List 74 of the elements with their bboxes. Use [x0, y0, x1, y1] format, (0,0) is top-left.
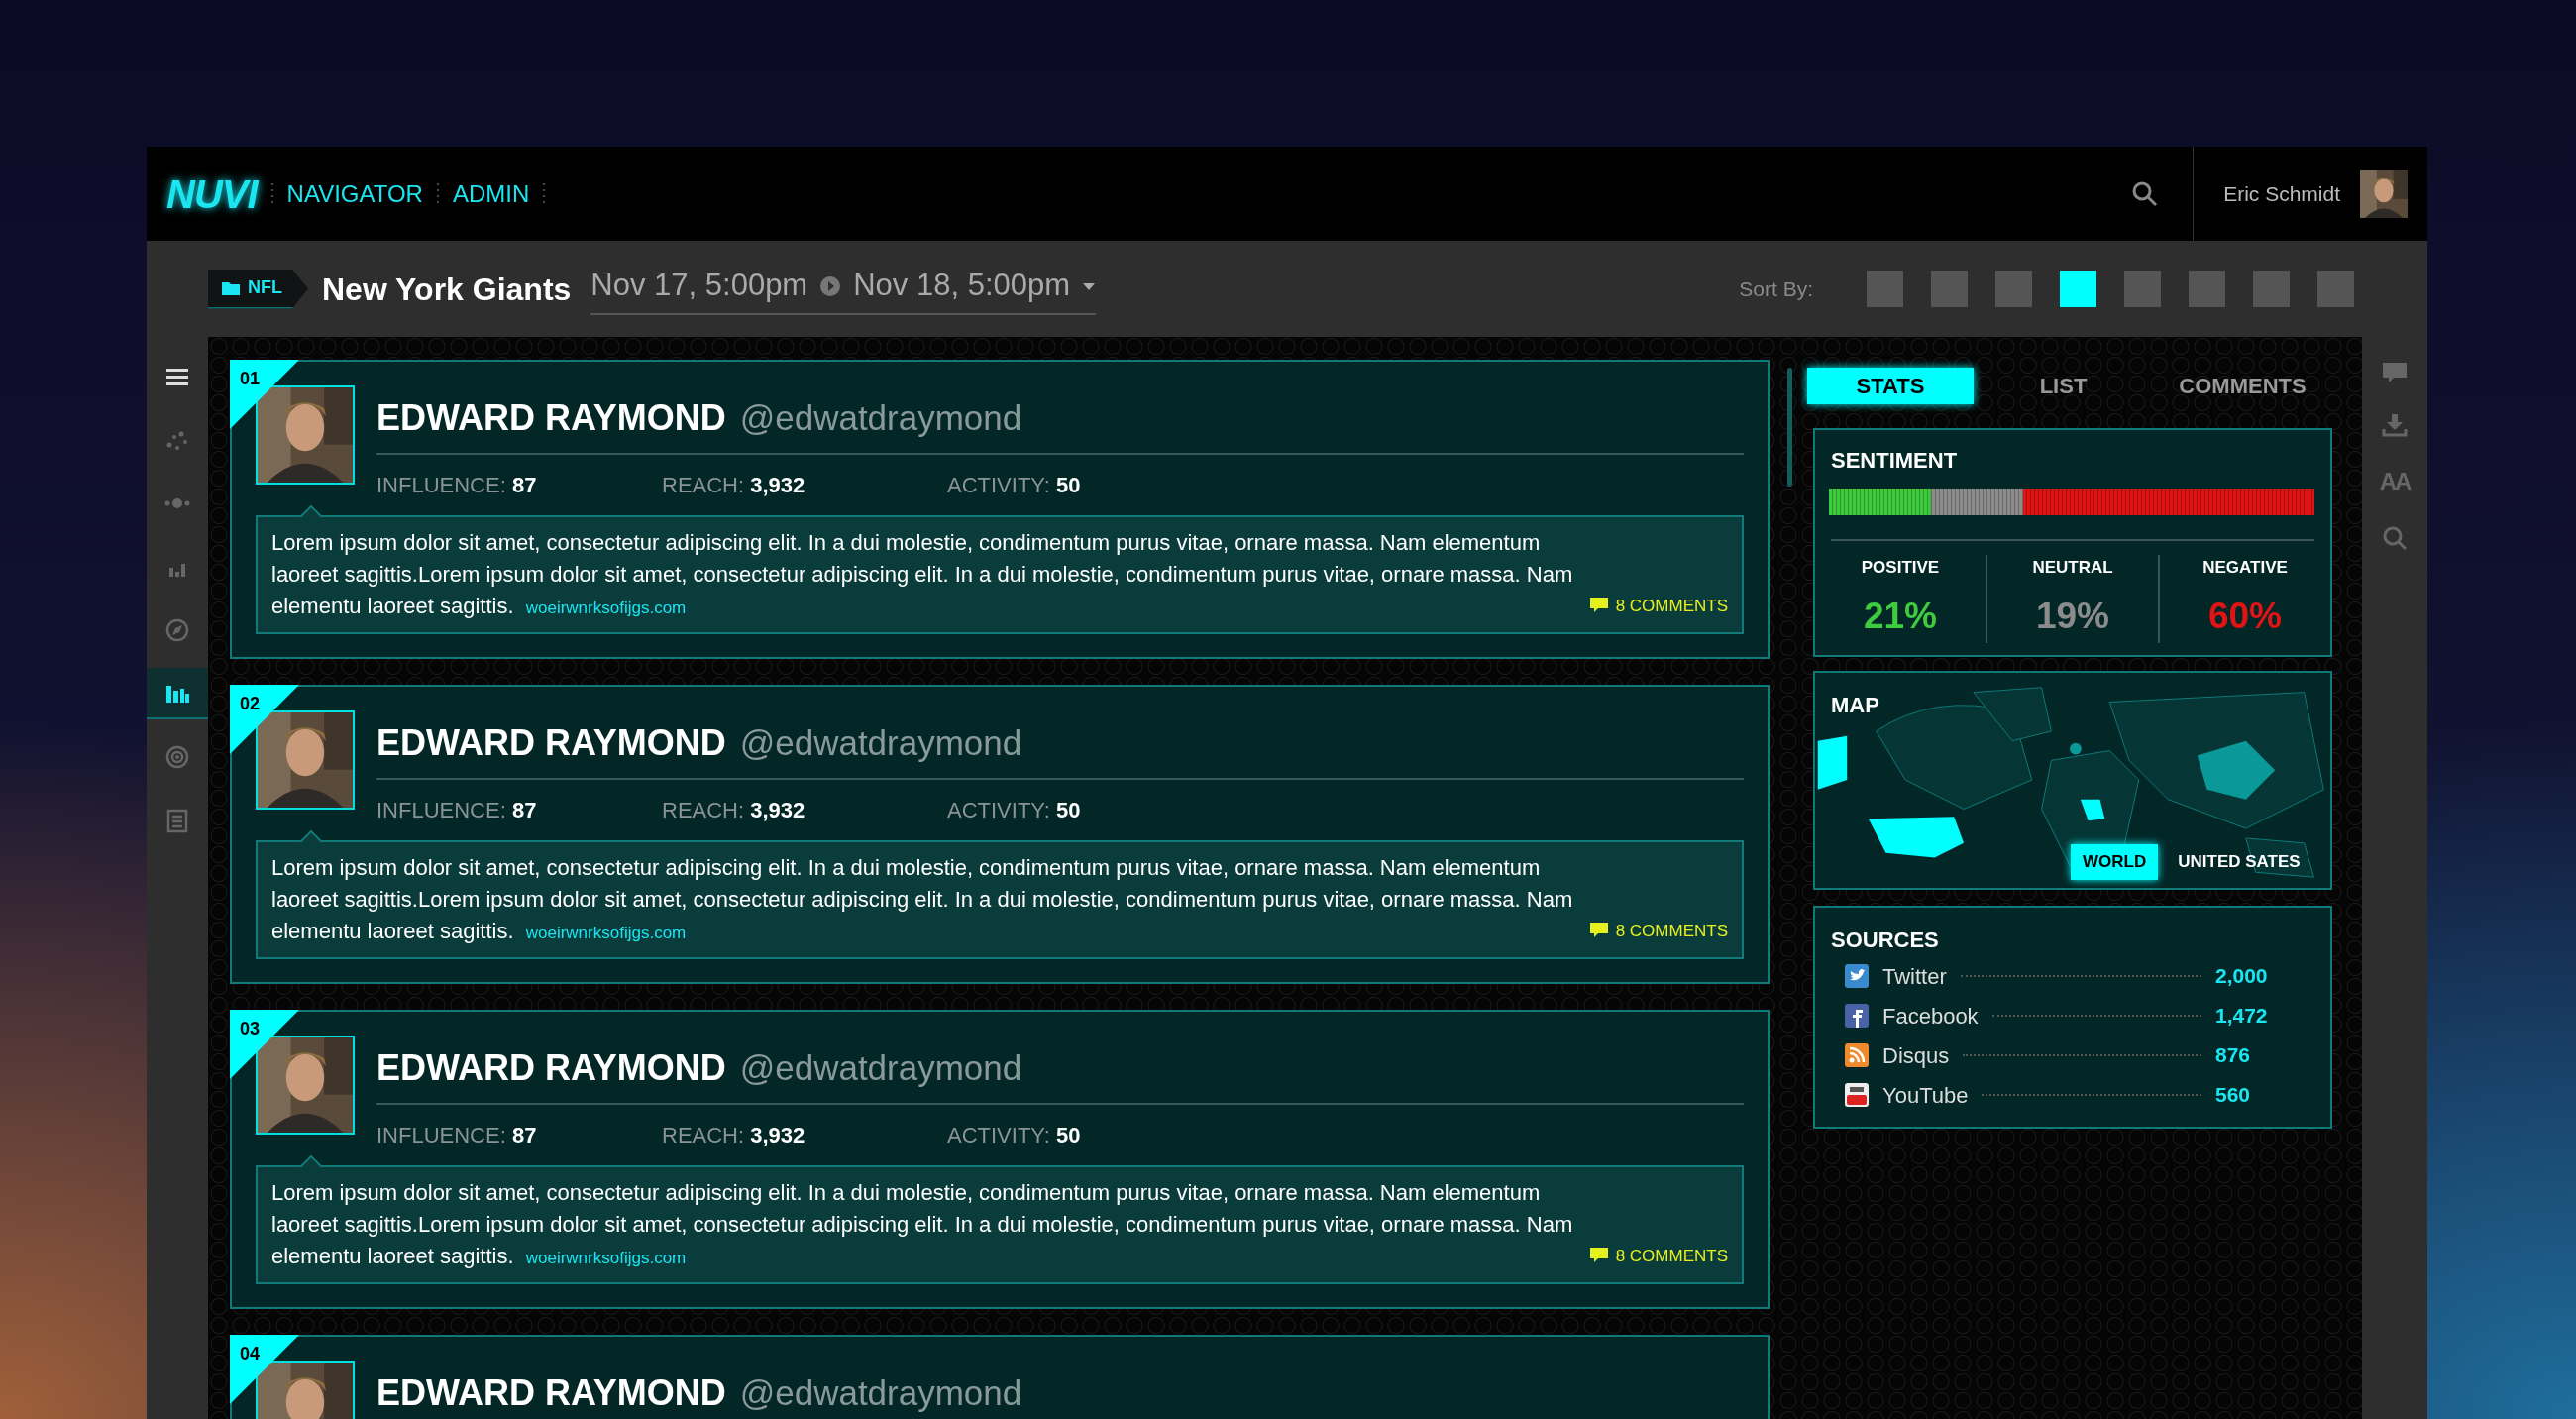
tab[interactable]: STATS	[1807, 368, 1974, 404]
page-title: New York Giants	[322, 270, 572, 309]
post-text: Lorem ipsum dolor sit amet, consectetur adipiscing elit. In a dui molestie, condimentum purus vitae, ornare massa. Nam elementum laoreet sagittis.Lorem ipsum dolor sit amet, consectetur adipiscing elit. In a dui molestie, condimentum purus vitae, ornare massa. Nam elementu laoreet sagittis. woeirwnrksofijgs.com	[271, 854, 1574, 945]
speech-bubble-icon	[1589, 923, 1608, 939]
nav-link[interactable]: ADMIN	[452, 175, 530, 212]
map-toggle[interactable]: UNITED SATES	[2166, 844, 2312, 880]
comments-link[interactable]: 8 COMMENTS	[1589, 593, 1728, 618]
folder-icon	[222, 280, 240, 295]
panel-title: SOURCES	[1831, 927, 1940, 954]
caret-icon[interactable]	[1082, 280, 1097, 291]
tab[interactable]: LIST	[1974, 368, 2153, 404]
stat-text: ACTIVITY: 50	[947, 1122, 1082, 1149]
search-icon[interactable]	[2131, 179, 2160, 208]
link[interactable]: woeirwnrksofijgs.com	[525, 1249, 687, 1267]
author-name[interactable]: EDWARD RAYMOND	[376, 391, 726, 445]
author-handle[interactable]: @edwatdraymond	[739, 392, 1022, 445]
speech-bubble-icon	[1589, 1248, 1608, 1264]
source-name: YouTube	[1882, 1081, 1969, 1110]
speech-bubble-icon	[1589, 598, 1608, 614]
sentiment-value: 60%	[2207, 594, 2283, 638]
end-date[interactable]: Nov 18, 5:00pm	[853, 263, 1071, 309]
search-icon[interactable]	[2382, 525, 2408, 551]
stat-text: ACTIVITY: 50	[947, 472, 1082, 499]
post-text: Lorem ipsum dolor sit amet, consectetur adipiscing elit. In a dui molestie, condimentum purus vitae, ornare massa. Nam elementum laoreet sagittis.Lorem ipsum dolor sit amet, consectetur adipiscing elit. In a dui molestie, condimentum purus vitae, ornare massa. Nam elementu laoreet sagittis. woeirwnrksofijgs.com	[271, 529, 1574, 620]
source-name: Facebook	[1882, 1002, 1979, 1031]
compass-icon[interactable]	[164, 617, 190, 643]
stat-text: REACH: 3,932	[662, 472, 806, 499]
sentiment-value: 21%	[1863, 594, 1938, 638]
sort-label: Sort By:	[1739, 275, 1813, 302]
sentiment-value: 19%	[2035, 594, 2110, 638]
author-name[interactable]: EDWARD RAYMOND	[376, 1366, 726, 1419]
tab[interactable]: COMMENTS	[2153, 368, 2332, 404]
sentiment-label: NEUTRAL	[2032, 557, 2113, 579]
stat-text: REACH: 3,932	[662, 797, 806, 824]
rss-icon	[1845, 1043, 1869, 1067]
nav-link[interactable]: NAVIGATOR	[286, 175, 423, 212]
author-handle[interactable]: @edwatdraymond	[739, 1042, 1022, 1095]
video-icon	[1845, 1083, 1869, 1107]
author-name[interactable]: EDWARD RAYMOND	[376, 716, 726, 770]
download-icon[interactable]	[2382, 412, 2408, 438]
author-handle[interactable]: @edwatdraymond	[739, 717, 1022, 770]
source-count: 560	[2215, 1082, 2252, 1109]
stat-text: INFLUENCE: 87	[376, 1122, 538, 1149]
target-icon[interactable]	[164, 744, 190, 770]
document-icon[interactable]	[164, 808, 190, 833]
source-count: 2,000	[2215, 963, 2269, 990]
arrow-circle-icon	[819, 274, 842, 297]
link[interactable]: woeirwnrksofijgs.com	[525, 599, 687, 617]
comments-link[interactable]: 8 COMMENTS	[1589, 918, 1728, 943]
stat-text: ACTIVITY: 50	[947, 797, 1082, 824]
panel-title: SENTIMENT	[1831, 447, 1959, 475]
stat-text: REACH: 3,932	[662, 1122, 806, 1149]
stat-text: INFLUENCE: 87	[376, 472, 538, 499]
map-toggle[interactable]: WORLD	[2071, 844, 2159, 880]
link[interactable]: woeirwnrksofijgs.com	[525, 924, 687, 942]
source-count: 1,472	[2215, 1003, 2269, 1030]
stat-text: INFLUENCE: 87	[376, 797, 538, 824]
bird-icon	[1845, 964, 1869, 988]
author-handle[interactable]: @edwatdraymond	[739, 1367, 1022, 1419]
sentiment-label: NEGATIVE	[2202, 557, 2288, 579]
post-text: Lorem ipsum dolor sit amet, consectetur adipiscing elit. In a dui molestie, condimentum purus vitae, ornare massa. Nam elementum laoreet sagittis.Lorem ipsum dolor sit amet, consectetur adipiscing elit. In a dui molestie, condimentum purus vitae, ornare massa. Nam elementu laoreet sagittis. woeirwnrksofijgs.com	[271, 1179, 1574, 1270]
logo[interactable]: NUVI	[166, 164, 258, 224]
start-date[interactable]: Nov 17, 5:00pm	[590, 263, 808, 309]
source-count: 876	[2215, 1042, 2252, 1069]
category-tag[interactable]: NFL	[208, 269, 308, 309]
facebook-icon	[1845, 1004, 1869, 1028]
panel-title: MAP	[1831, 692, 1879, 719]
author-name[interactable]: EDWARD RAYMOND	[376, 1041, 726, 1095]
source-name: Disqus	[1882, 1041, 1950, 1070]
sentiment-label: POSITIVE	[1861, 557, 1940, 579]
user-name[interactable]: Eric Schmidt	[2223, 177, 2340, 210]
scrollbar[interactable]	[1787, 368, 1792, 487]
comments-link[interactable]: 8 COMMENTS	[1589, 1243, 1728, 1268]
source-name: Twitter	[1882, 962, 1947, 991]
